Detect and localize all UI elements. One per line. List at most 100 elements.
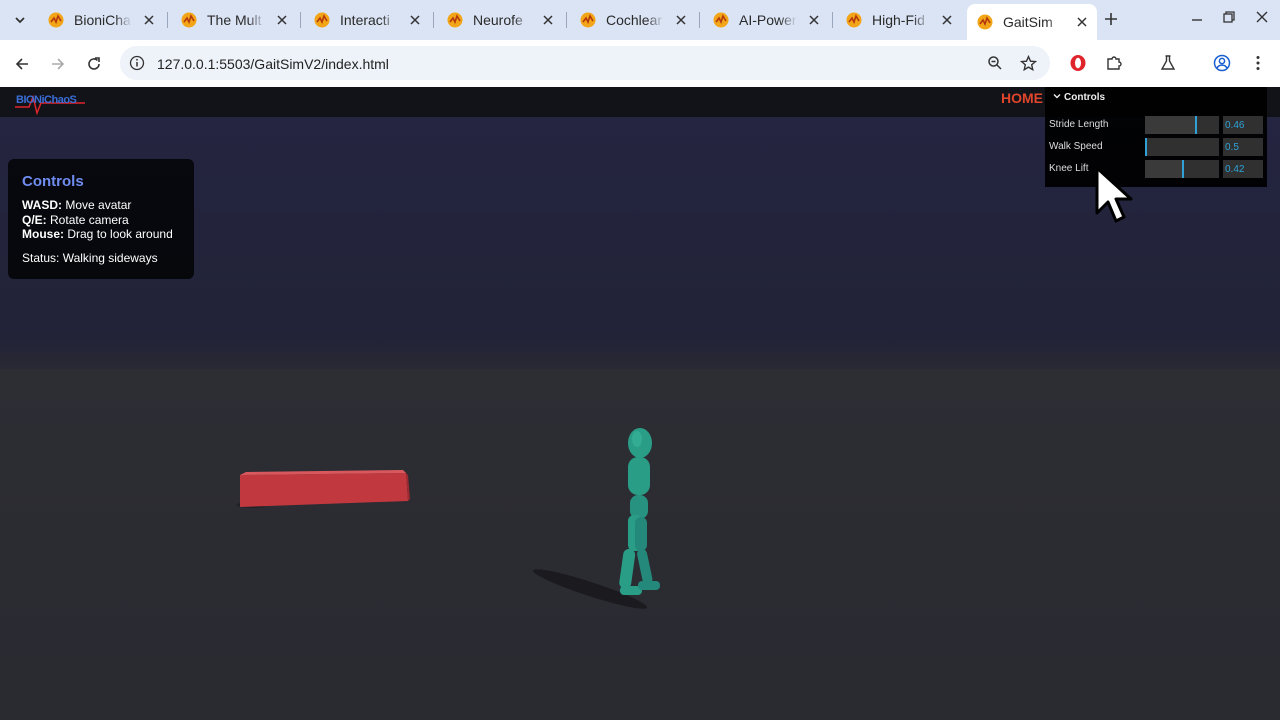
restore-button[interactable] [1222, 10, 1236, 27]
slider-handle[interactable] [1145, 138, 1147, 156]
close-tab-button[interactable] [942, 12, 952, 29]
tab-title: Cochlear [606, 12, 663, 28]
close-tab-button[interactable] [277, 12, 287, 29]
favicon-icon [48, 12, 64, 28]
tab-3[interactable]: Interacti [304, 4, 430, 36]
close-icon [1077, 16, 1087, 27]
home-link[interactable]: HOME [1001, 90, 1043, 106]
star-icon [1019, 54, 1037, 71]
slider-fill [1145, 160, 1182, 178]
logo-wave-icon: BIONiChaoS [15, 94, 85, 115]
url-text[interactable]: 127.0.0.1:5503/GaitSimV2/index.html [157, 56, 389, 72]
tab-2[interactable]: The Mult [171, 4, 297, 36]
tab-4[interactable]: Neurofe [437, 4, 563, 36]
chevron-down-icon [15, 17, 25, 24]
param-value-input[interactable]: 0.5 [1223, 138, 1263, 156]
tab-5[interactable]: Cochlear [570, 4, 696, 36]
close-icon [543, 14, 553, 25]
help-key: Mouse: [22, 227, 64, 241]
reload-icon [88, 57, 100, 70]
favicon-icon [447, 12, 463, 28]
reload-button[interactable] [82, 52, 106, 76]
tab-7[interactable]: High-Fid [836, 4, 962, 36]
param-value-input[interactable]: 0.42 [1223, 160, 1263, 178]
gui-param-row: Walk Speed 0.5 [1049, 137, 1263, 157]
gaitsim-viewport[interactable]: BIONiChaoS HOME Controls Stride Length 0.… [0, 87, 1280, 720]
controls-help-panel: Controls WASD: Move avatar Q/E: Rotate ca… [8, 159, 194, 279]
tab-title: GaitSim [1003, 14, 1053, 30]
parameter-gui-panel: Controls Stride Length 0.46 Walk Speed 0.5 K… [1045, 87, 1267, 187]
help-line: WASD: Move avatar [22, 198, 180, 213]
tab-search-button[interactable] [8, 8, 32, 32]
close-icon [144, 14, 154, 25]
help-line: Mouse: Drag to look around [22, 227, 180, 242]
param-slider[interactable] [1145, 138, 1219, 156]
minimize-button[interactable] [1190, 10, 1204, 27]
close-tab-button[interactable] [809, 12, 819, 29]
labs-button[interactable] [1157, 52, 1179, 74]
tab-strip: BioniCha The Mult Interacti Neurofe Cochlear… [0, 0, 1280, 40]
forward-arrow-icon [52, 58, 65, 70]
tab-1[interactable]: BioniCha [38, 4, 164, 36]
slider-handle[interactable] [1182, 160, 1184, 178]
help-desc: Move avatar [65, 198, 132, 212]
close-window-button[interactable] [1255, 10, 1269, 27]
forward-button[interactable] [46, 52, 70, 76]
close-icon [676, 14, 686, 25]
profile-button[interactable] [1211, 52, 1233, 74]
profile-icon [1213, 54, 1231, 72]
site-header: BIONiChaoS HOME Controls Stride Length 0.… [0, 87, 1280, 187]
minimize-icon [1192, 19, 1202, 21]
zoom-icon [988, 56, 1002, 70]
close-tab-button[interactable] [410, 12, 420, 29]
help-desc: Rotate camera [50, 212, 129, 227]
param-label: Knee Lift [1049, 163, 1089, 174]
tab-6[interactable]: AI-Power [703, 4, 829, 36]
close-icon [1256, 11, 1268, 23]
tab-title: Interacti [340, 12, 390, 28]
gui-param-row: Knee Lift 0.42 [1049, 159, 1263, 179]
help-key: WASD: [22, 198, 62, 212]
opera-extension-button[interactable] [1067, 52, 1089, 74]
kebab-menu-icon [1256, 56, 1260, 70]
favicon-icon [580, 12, 596, 28]
site-info-button[interactable] [126, 52, 148, 74]
gui-title: Controls [1064, 92, 1106, 103]
back-button[interactable] [10, 52, 34, 76]
zoom-button[interactable] [984, 52, 1006, 74]
tab-separator [566, 12, 567, 28]
slider-handle[interactable] [1195, 116, 1197, 134]
help-key: Q/E: [22, 212, 47, 227]
tab-title: Neurofe [473, 12, 523, 28]
close-tab-button[interactable] [543, 12, 553, 29]
favicon-icon [713, 12, 729, 28]
mouse-cursor-icon [1095, 166, 1133, 223]
param-slider[interactable] [1145, 160, 1219, 178]
close-tab-button[interactable] [676, 12, 686, 29]
close-icon [277, 14, 287, 25]
tab-title: High-Fid [872, 12, 925, 28]
flask-icon [1160, 55, 1176, 70]
back-arrow-icon [15, 58, 28, 70]
favicon-icon [846, 12, 862, 28]
browser-menu-button[interactable] [1247, 52, 1269, 74]
gui-collapse-toggle[interactable]: Controls [1053, 92, 1105, 103]
puzzle-icon [1107, 56, 1122, 70]
param-slider[interactable] [1145, 116, 1219, 134]
opera-icon [1070, 55, 1086, 71]
tab-separator [433, 12, 434, 28]
new-tab-button[interactable] [1104, 9, 1118, 32]
close-icon [410, 14, 420, 25]
favicon-icon [977, 14, 993, 30]
close-icon [809, 14, 819, 25]
close-icon [942, 14, 952, 25]
tab-8[interactable]: GaitSim [967, 4, 1097, 40]
favicon-icon [181, 12, 197, 28]
close-tab-button[interactable] [1077, 14, 1087, 31]
extensions-button[interactable] [1103, 52, 1125, 74]
bookmark-button[interactable] [1017, 52, 1039, 74]
close-tab-button[interactable] [144, 12, 154, 29]
slider-fill [1145, 116, 1195, 134]
red-obstacle-box [236, 470, 410, 508]
param-value-input[interactable]: 0.46 [1223, 116, 1263, 134]
